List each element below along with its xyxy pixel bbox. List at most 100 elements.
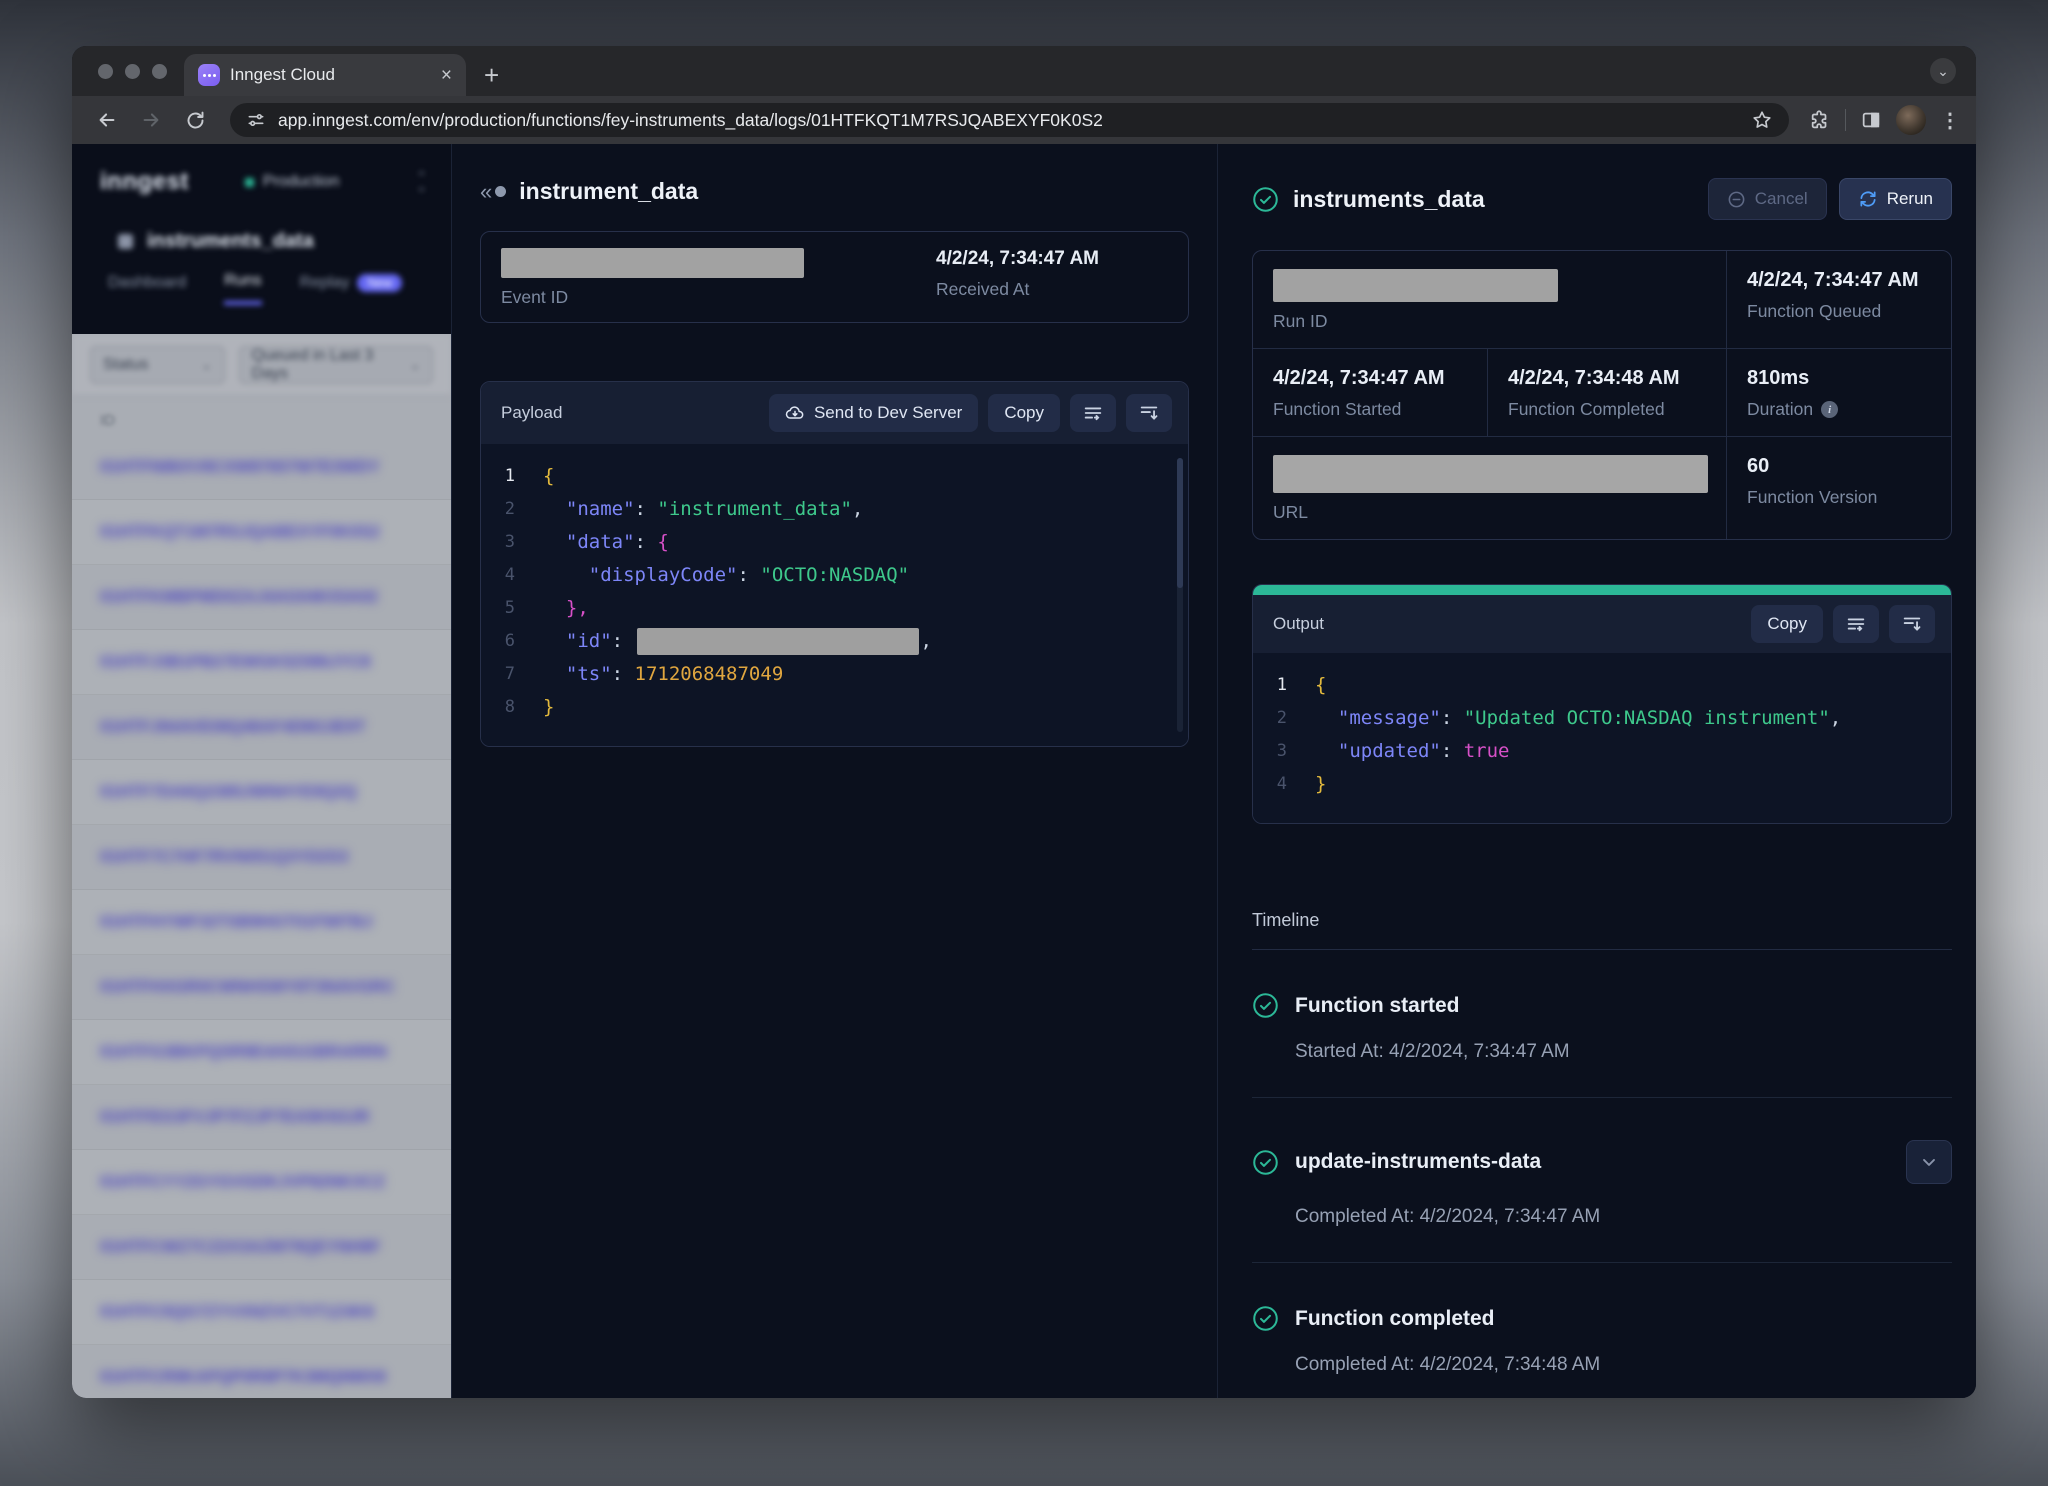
browser-window: Inngest Cloud × + ⌄ app.inngest.com/env/… (72, 46, 1976, 1398)
menu-kebab-icon[interactable]: ⋮ (1940, 108, 1960, 133)
run-id-link[interactable]: 01HTFKMBPMD0ZAJ4AG04K03A02 (100, 588, 378, 607)
run-id-link[interactable]: 01HTFCWZ7CZ2X3AZM79QEYNH8F (100, 1238, 381, 1257)
run-id-link[interactable]: 01HTFJ3B1PB27EWGK5Z086JYC8 (100, 653, 371, 672)
run-id-link[interactable]: 01HTFC5QG7ZYVXNZVC7VT1Z4K6 (100, 1303, 374, 1322)
run-details-panel: instruments_data Cancel Rerun (1218, 144, 1976, 1398)
function-name: instruments_data (147, 230, 314, 253)
function-version-value: 60 (1747, 455, 1931, 478)
date-range-dropdown[interactable]: Queued in Last 3 Days⌄ (239, 346, 433, 384)
code-text: }, (543, 592, 589, 625)
output-wrap-text-icon[interactable] (1833, 605, 1879, 643)
output-copy-button[interactable]: Copy (1751, 605, 1823, 643)
tab-close-icon[interactable]: × (441, 66, 452, 85)
line-number: 1 (481, 460, 543, 493)
payload-title: Payload (501, 403, 562, 423)
send-to-dev-server-button[interactable]: Send to Dev Server (769, 394, 978, 432)
code-line: 3 "data": { (481, 526, 1188, 559)
run-id-link[interactable]: 01HTF7C7HF7RVN051Q3YD2S3 (100, 848, 348, 867)
run-list-item[interactable]: 01HTFKQT1M7RSJQABEXYF0K0S2 (72, 500, 451, 565)
code-text: "data": { (543, 526, 669, 559)
tab-runs[interactable]: Runs (224, 277, 261, 305)
url-bar[interactable]: app.inngest.com/env/production/functions… (230, 103, 1789, 137)
payload-card: Payload Send to Dev Server Copy (480, 381, 1189, 747)
cancel-button[interactable]: Cancel (1708, 178, 1827, 220)
run-list-item[interactable]: 01HTFKMBPMD0ZAJ4AG04K03A02 (72, 565, 451, 630)
tab-search-icon[interactable]: ⌄ (1930, 58, 1956, 84)
back-icon[interactable] (88, 101, 126, 139)
environment-selector[interactable]: Production (245, 173, 340, 191)
run-id-link[interactable]: 01HTFKQT1M7RSJQABEXYF0K0S2 (100, 523, 380, 542)
run-id-link[interactable]: 01HTFHYWF32TSB9HGT01F58TBJ (100, 913, 372, 932)
traffic-lights[interactable] (98, 64, 167, 79)
timeline-list: Function startedStarted At: 4/2/2024, 7:… (1252, 950, 1952, 1398)
tab-replay[interactable]: Replay New (300, 277, 403, 305)
cancel-icon (1727, 190, 1746, 209)
inngest-logo[interactable]: inngest (100, 168, 189, 196)
run-id-link[interactable]: 01HTFJ94AVE08Q48AF4DM13E9T (100, 718, 366, 737)
run-id-link[interactable]: 01HTFG3BKPQSR9E4A91GBRARRN (100, 1043, 387, 1062)
side-panel-icon[interactable] (1860, 109, 1882, 131)
run-id-link[interactable]: 01HTFEG3FVJP7FZJP7EA5KN3JR (100, 1108, 370, 1127)
run-list-item[interactable]: 01HTFEG3FVJP7FZJP7EA5KN3JR (72, 1085, 451, 1150)
date-range-label: Queued in Last 3 Days (252, 347, 410, 383)
step-success-icon (1252, 1305, 1279, 1332)
code-line: 2 "name": "instrument_data", (481, 493, 1188, 526)
run-list-item[interactable]: 01HTFCR9KAPQP0R8P7K3MQNMX8 (72, 1345, 451, 1398)
run-list-item[interactable]: 01HTFJ3B1PB27EWGK5Z086JYC8 (72, 630, 451, 695)
rerun-button[interactable]: Rerun (1839, 178, 1952, 220)
event-meta-card: Event ID 4/2/24, 7:34:47 AM Received At (480, 231, 1189, 323)
code-scrollbar-thumb[interactable] (1177, 458, 1183, 588)
run-list-item[interactable]: 01HTFC5QG7ZYVXNZVC7VT1Z4K6 (72, 1280, 451, 1345)
environment-switch-icon[interactable]: ⌃⌄ (416, 172, 427, 193)
run-id-link[interactable]: 01HTFCYYZGYGVGDKJVP82NKXCZ (100, 1173, 385, 1192)
output-expand-icon[interactable] (1889, 605, 1935, 643)
inngest-app: inngest Production ⌃⌄ instruments_data D… (72, 144, 1976, 1398)
run-list-item[interactable]: 01HTFJ94AVE08Q48AF4DM13E9T (72, 695, 451, 760)
timeline-expand-button[interactable] (1906, 1140, 1952, 1184)
run-id-link[interactable]: 01HTF7DA6Q2385JWNHYE9Q2Q (100, 783, 357, 802)
bookmark-star-icon[interactable] (1751, 109, 1773, 131)
browser-tab[interactable]: Inngest Cloud × (184, 54, 466, 96)
code-line: 7 "ts": 1712068487049 (481, 658, 1188, 691)
run-id-link[interactable]: 01HTFCR9KAPQP0R8P7K3MQNMX8 (100, 1368, 386, 1387)
run-list-item[interactable]: 01HTFG3BKPQSR9E4A91GBRARRN (72, 1020, 451, 1085)
timeline-item-title: Function completed (1295, 1307, 1495, 1331)
code-text: { (543, 460, 554, 493)
extensions-icon[interactable] (1809, 109, 1831, 131)
code-text: { (1315, 669, 1326, 702)
step-success-icon (1252, 1149, 1279, 1176)
url-text[interactable]: app.inngest.com/env/production/functions… (278, 110, 1739, 131)
profile-avatar[interactable] (1896, 105, 1926, 135)
forward-icon[interactable] (132, 101, 170, 139)
cancel-label: Cancel (1755, 189, 1808, 209)
browser-toolbar: app.inngest.com/env/production/functions… (72, 96, 1976, 144)
duration-info-icon[interactable]: i (1821, 401, 1838, 418)
reload-icon[interactable] (176, 101, 214, 139)
payload-code-editor[interactable]: 1{2 "name": "instrument_data",3 "data": … (481, 444, 1188, 746)
run-id-link[interactable]: 01HTFHXGR0CWNHSWY8T3NAVGRC (100, 978, 395, 997)
run-title: instruments_data (1293, 186, 1485, 213)
output-title: Output (1273, 614, 1324, 634)
run-list-item[interactable]: 01HTFCWZ7CZ2X3AZM79QEYNH8F (72, 1215, 451, 1280)
toolbar-divider (1845, 109, 1846, 131)
payload-wrap-text-icon[interactable] (1070, 394, 1116, 432)
tab-dashboard[interactable]: Dashboard (108, 277, 186, 305)
payload-expand-icon[interactable] (1126, 394, 1172, 432)
run-id-link[interactable]: 01HTFN86XV8CXW87657W7E3WDY (100, 458, 380, 477)
run-list-item[interactable]: 01HTFCYYZGYGVGDKJVP82NKXCZ (72, 1150, 451, 1215)
run-list-item[interactable]: 01HTFHXGR0CWNHSWY8T3NAVGRC (72, 955, 451, 1020)
output-code-viewer[interactable]: 1{2 "message": "Updated OCTO:NASDAQ inst… (1253, 653, 1951, 823)
run-list-item[interactable]: 01HTF7C7HF7RVN051Q3YD2S3 (72, 825, 451, 890)
received-at-label: Received At (936, 279, 1168, 300)
new-tab-button[interactable]: + (484, 62, 499, 88)
run-list-item[interactable]: 01HTFHYWF32TSB9HGT01F58TBJ (72, 890, 451, 955)
site-settings-icon[interactable] (246, 110, 266, 130)
duration-value: 810ms (1747, 367, 1931, 390)
status-filter-dropdown[interactable]: Status⌄ (90, 346, 225, 384)
payload-copy-button[interactable]: Copy (988, 394, 1060, 432)
rerun-label: Rerun (1887, 189, 1933, 209)
run-list-item[interactable]: 01HTF7DA6Q2385JWNHYE9Q2Q (72, 760, 451, 825)
duration-label: Duration (1747, 399, 1813, 420)
run-list-item[interactable]: 01HTFN86XV8CXW87657W7E3WDY (72, 435, 451, 500)
function-started-value: 4/2/24, 7:34:47 AM (1273, 367, 1467, 390)
